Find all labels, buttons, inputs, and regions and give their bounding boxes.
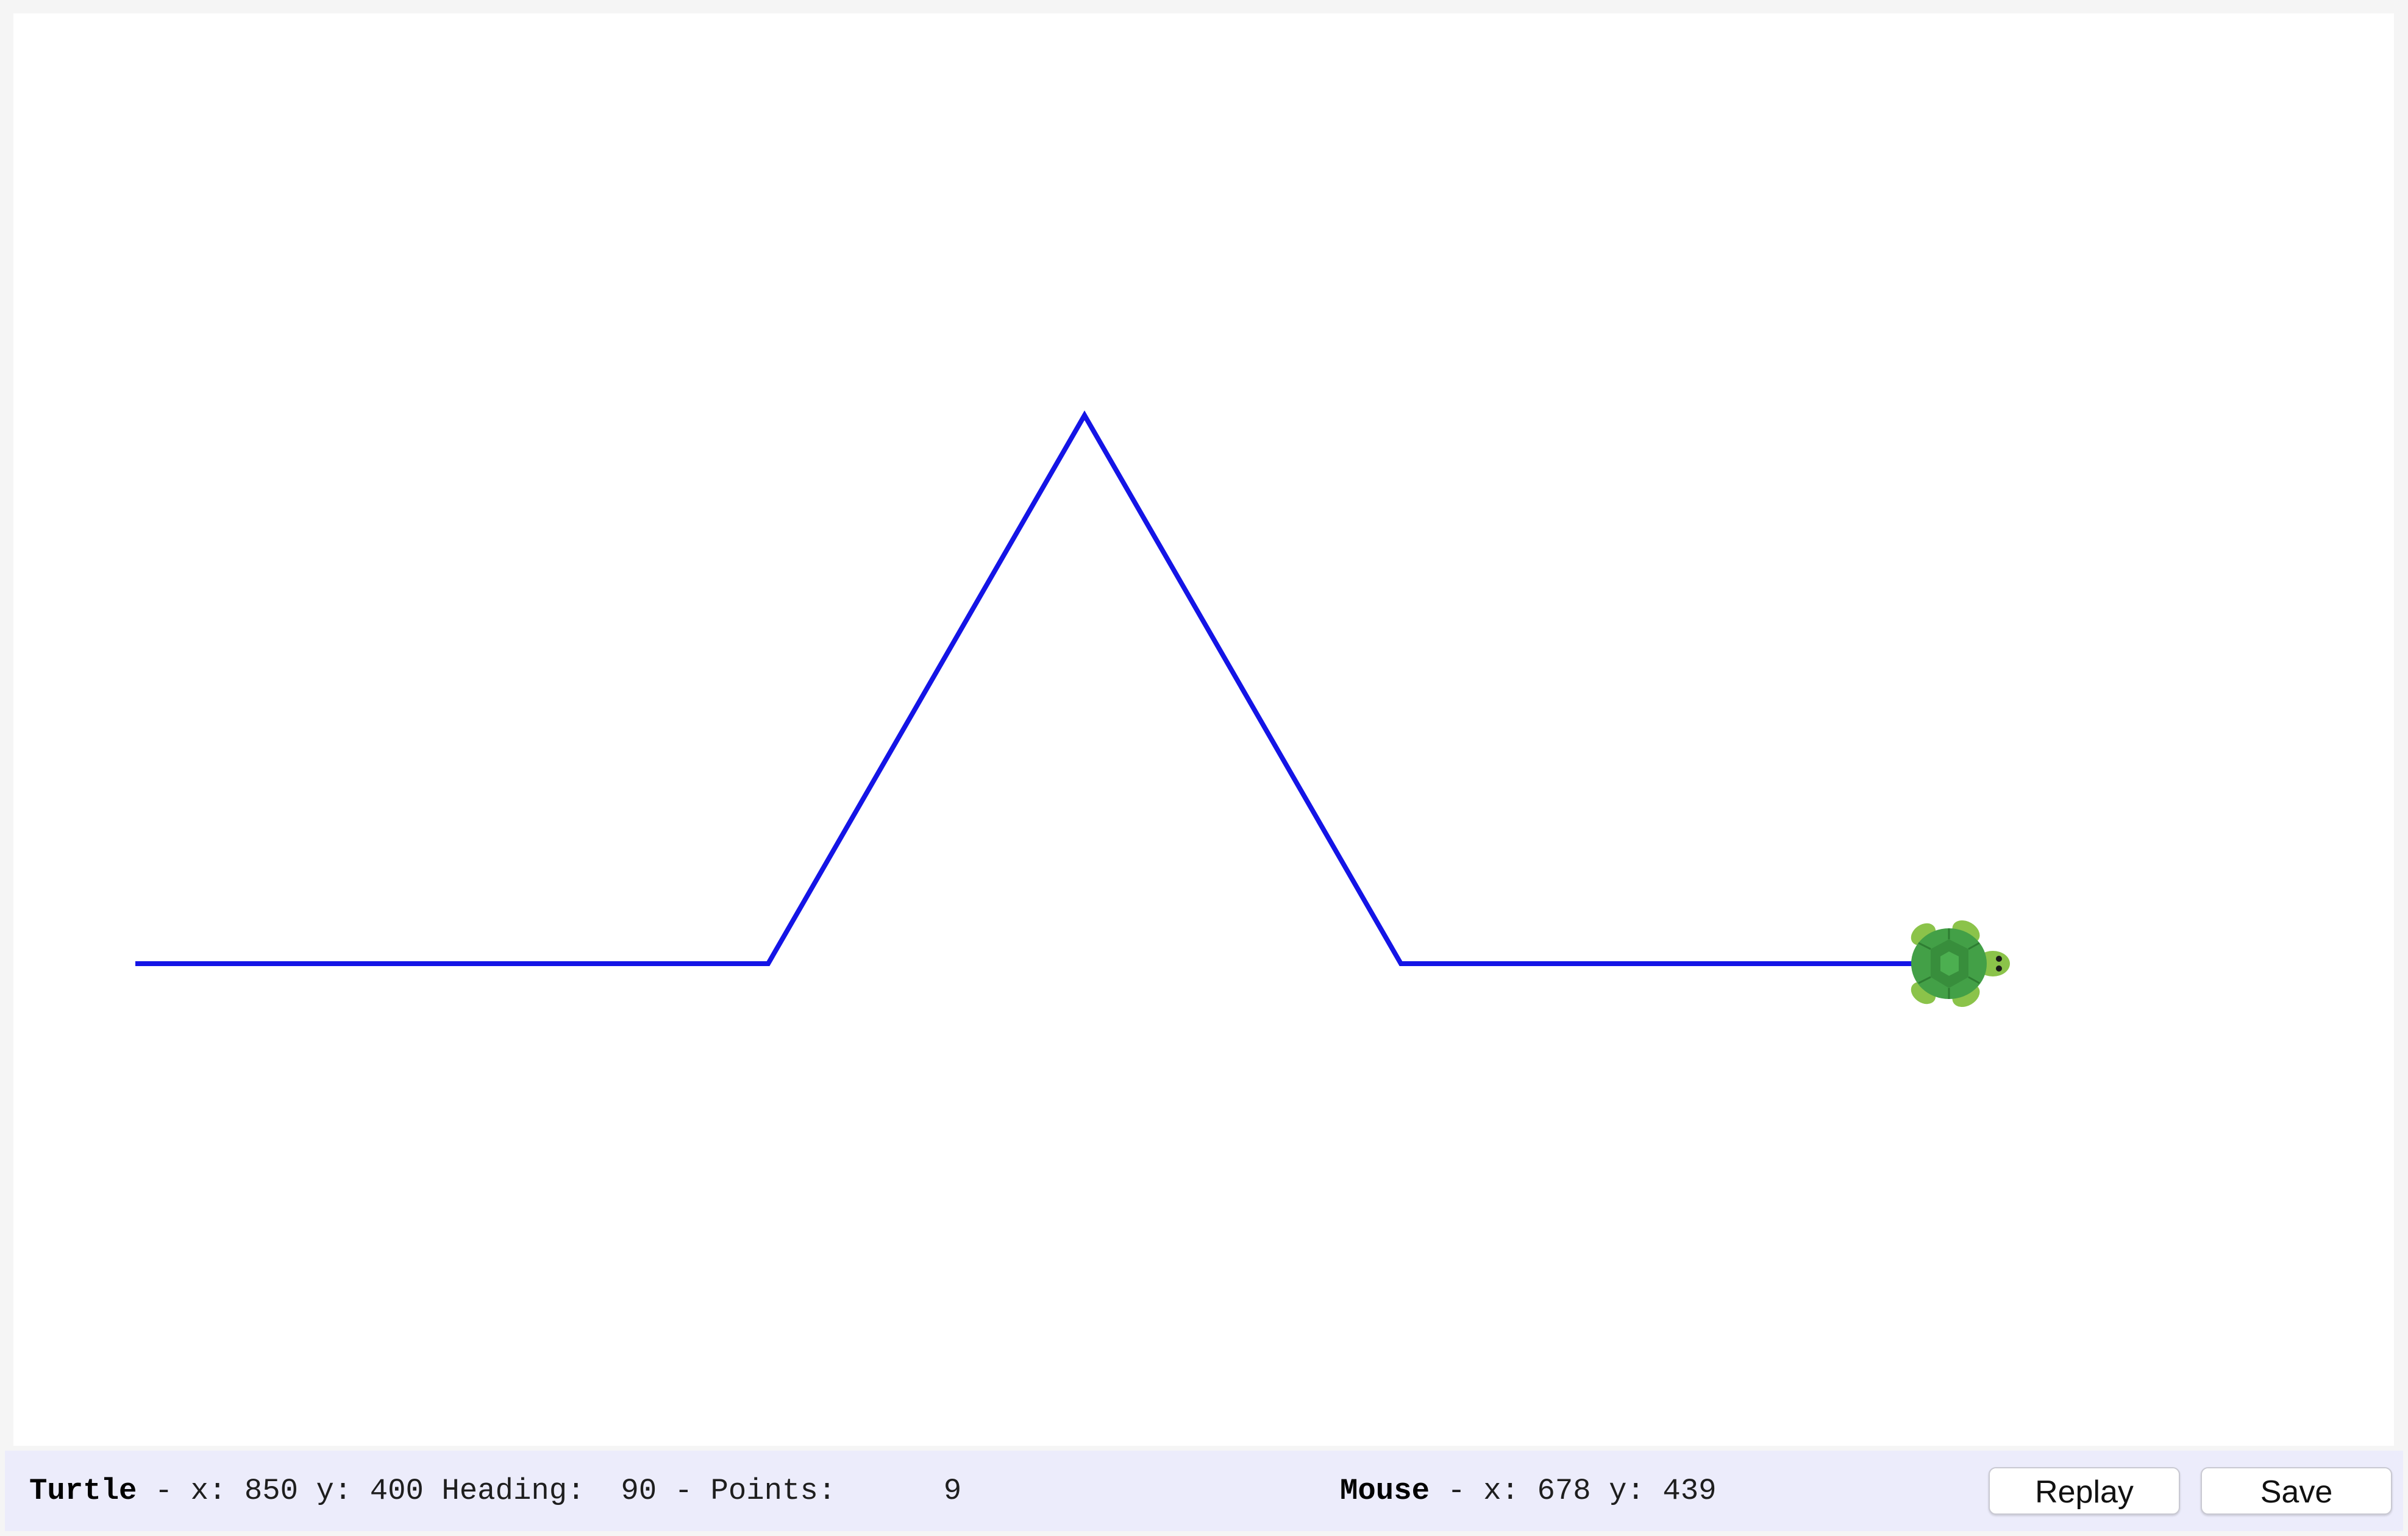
turtle-x-label: x:: [190, 1474, 227, 1508]
mouse-label: Mouse: [1340, 1474, 1430, 1508]
mouse-x-value: 678: [1537, 1474, 1591, 1508]
turtle-y-label: y:: [316, 1474, 352, 1508]
mouse-y-label: y:: [1609, 1474, 1645, 1508]
save-button[interactable]: Save: [2201, 1467, 2392, 1515]
mouse-x-label: x:: [1483, 1474, 1520, 1508]
turtle-path: [135, 410, 1928, 966]
mouse-y-value: 439: [1662, 1474, 1717, 1508]
drawing-canvas[interactable]: [13, 13, 2394, 1446]
replay-button[interactable]: Replay: [1989, 1467, 2180, 1515]
turtle-window: Turtle - x: 850 y: 400 Heading: 90 - Poi…: [0, 0, 2408, 1536]
turtle-label: Turtle: [29, 1474, 137, 1508]
heading-label: Heading:: [441, 1474, 585, 1508]
turtle-status: Turtle - x: 850 y: 400 Heading: 90 - Poi…: [29, 1474, 962, 1508]
turtle-drawing: [135, 410, 2010, 1007]
heading-value: 90: [621, 1474, 657, 1508]
points-label: Points:: [710, 1474, 836, 1508]
mouse-status: Mouse - x: 678 y: 439: [1340, 1474, 1717, 1508]
turtle-x-value: 850: [244, 1474, 299, 1508]
points-value: 9: [943, 1474, 962, 1508]
turtle-y-value: 400: [369, 1474, 424, 1508]
turtle-icon: [1911, 920, 2010, 1007]
